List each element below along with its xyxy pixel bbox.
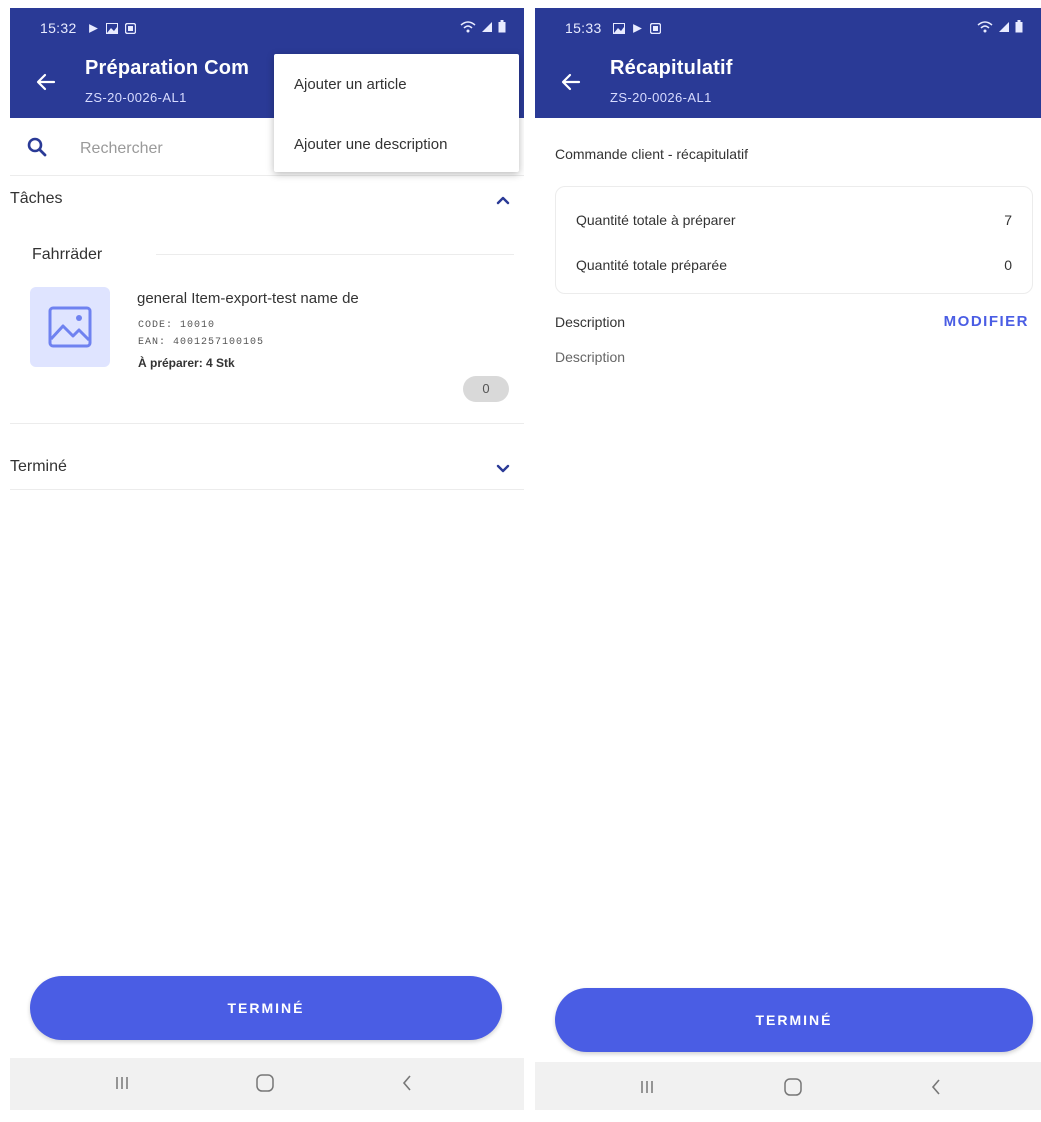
system-icons xyxy=(977,20,1023,36)
gallery-icon xyxy=(613,21,625,37)
finish-button[interactable]: TERMINÉ xyxy=(555,988,1033,1052)
description-value: Description xyxy=(555,349,626,365)
divider xyxy=(10,489,524,490)
recent-apps-icon[interactable] xyxy=(639,1076,655,1103)
item-image xyxy=(30,287,110,367)
play-store-icon xyxy=(88,21,99,37)
chevron-down-icon[interactable] xyxy=(496,461,510,479)
system-nav-bar xyxy=(10,1058,524,1110)
menu-item-add-article[interactable]: Ajouter un article xyxy=(294,76,407,93)
section-done-header[interactable]: Terminé xyxy=(10,458,524,482)
status-bar: 15:32 xyxy=(10,8,524,48)
search-input[interactable]: Rechercher xyxy=(80,140,163,158)
system-icons xyxy=(460,20,506,36)
total-prepared-label: Quantité totale préparée xyxy=(576,257,727,273)
status-time: 15:33 xyxy=(565,20,602,36)
system-nav-bar xyxy=(535,1062,1041,1110)
home-icon[interactable] xyxy=(254,1072,276,1099)
section-tasks-label: Tâches xyxy=(10,190,63,207)
menu-item-add-description[interactable]: Ajouter une description xyxy=(294,136,447,153)
group-label: Fahrräder xyxy=(32,246,103,263)
wifi-icon xyxy=(460,20,476,36)
finish-button[interactable]: TERMINÉ xyxy=(30,976,502,1040)
page-title: Récapitulatif xyxy=(610,57,733,79)
summary-heading: Commande client - récapitulatif xyxy=(555,146,748,162)
modify-description-button[interactable]: MODIFIER xyxy=(944,313,1029,330)
summary-card: Quantité totale à préparer 7 Quantité to… xyxy=(555,186,1033,294)
gallery-icon xyxy=(106,21,118,37)
page-title: Préparation Com xyxy=(85,57,250,79)
order-number: ZS-20-0026-AL1 xyxy=(85,90,187,105)
home-icon[interactable] xyxy=(782,1076,804,1103)
play-store-icon xyxy=(632,21,643,37)
battery-icon xyxy=(1015,20,1023,36)
back-arrow-icon[interactable] xyxy=(34,70,58,94)
total-to-prepare-label: Quantité totale à préparer xyxy=(576,212,736,228)
notification-icons xyxy=(88,21,137,37)
order-number: ZS-20-0026-AL1 xyxy=(610,90,712,105)
notification-icons xyxy=(613,21,662,37)
total-to-prepare-value: 7 xyxy=(1004,212,1012,228)
chevron-up-icon[interactable] xyxy=(496,192,510,210)
section-done-label: Terminé xyxy=(10,458,67,475)
item-name: general Item-export-test name de xyxy=(137,290,359,307)
quantity-badge[interactable]: 0 xyxy=(463,376,509,402)
group-divider xyxy=(156,254,514,255)
nav-back-icon[interactable] xyxy=(400,1072,414,1099)
app-notification-icon xyxy=(649,21,662,37)
item-to-prepare: À préparer: 4 Stk xyxy=(138,356,235,370)
item-ean: EAN: 4001257100105 xyxy=(138,337,265,348)
recent-apps-icon[interactable] xyxy=(114,1072,130,1099)
app-bar: Récapitulatif ZS-20-0026-AL1 xyxy=(535,48,1041,118)
overflow-menu: Ajouter un article Ajouter une descripti… xyxy=(274,54,519,172)
item-code: CODE: 10010 xyxy=(138,320,216,331)
battery-icon xyxy=(498,20,506,36)
app-notification-icon xyxy=(124,21,137,37)
section-tasks-header[interactable]: Tâches xyxy=(10,190,524,214)
total-prepared-value: 0 xyxy=(1004,257,1012,273)
signal-icon xyxy=(481,20,493,36)
screen-preparation: 15:32 Préparation Com ZS-20-0026-AL1 Rec… xyxy=(10,0,524,1110)
nav-back-icon[interactable] xyxy=(929,1076,943,1103)
divider xyxy=(10,423,524,424)
description-label: Description xyxy=(555,314,626,330)
screen-summary: 15:33 Récapitulatif ZS-20-0026-AL1 Comma… xyxy=(535,0,1041,1110)
status-bar: 15:33 xyxy=(535,8,1041,48)
status-time: 15:32 xyxy=(40,20,77,36)
signal-icon xyxy=(998,20,1010,36)
search-icon[interactable] xyxy=(26,136,48,163)
back-arrow-icon[interactable] xyxy=(559,70,583,94)
wifi-icon xyxy=(977,20,993,36)
